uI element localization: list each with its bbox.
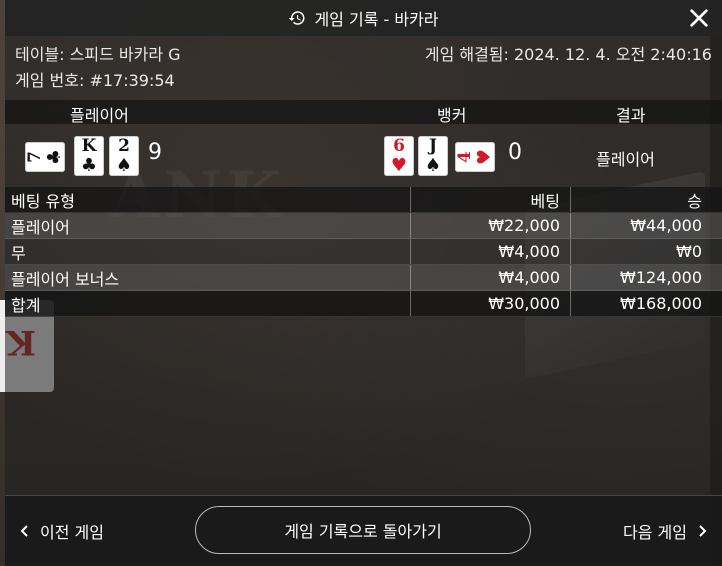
next-game-label: 다음 게임 [623,519,687,543]
card-rank: 6 [384,136,414,156]
bet-amount: ₩4,000 [411,239,571,265]
total-bet: ₩30,000 [411,291,571,317]
result-header: 결과 [616,102,645,126]
banker-card-1: 6 ♥ [384,136,414,176]
dialog-titlebar: 게임 기록 - 바카라 [5,0,722,36]
game-resolved-time: 게임 해결됨: 2024. 12. 4. 오전 2:40:16 [425,42,712,68]
player-card-2: K ♣ [74,136,104,176]
chevron-left-icon [20,524,30,538]
card-rank: J [418,136,448,156]
back-to-history-button[interactable]: 게임 기록으로 돌아가기 [195,506,531,554]
table-row: 무 ₩4,000 ₩0 [5,239,722,265]
table-row: 플레이어 보너스 ₩4,000 ₩124,000 [5,265,722,291]
game-history-dialog: 게임 기록 - 바카라 테이블: 스피드 바카라 G 게임 번호: #17:39… [5,0,722,565]
previous-game-label: 이전 게임 [40,519,104,543]
bet-type-header: 베팅 유형 [5,187,411,213]
game-info-right: 게임 해결됨: 2024. 12. 4. 오전 2:40:16 [425,42,712,68]
bets-table: 베팅 유형 베팅 승 플레이어 ₩22,000 ₩44,000 무 ₩4,000… [5,187,722,317]
card-suit: ♠ [109,157,139,175]
table-row: 플레이어 ₩22,000 ₩44,000 [5,213,722,239]
history-icon [288,9,306,27]
card-suit: ♣ [46,142,64,172]
card-suit: ♥ [384,157,414,175]
bet-type: 무 [5,239,411,265]
bet-amount-header: 베팅 [411,187,571,213]
bet-type: 플레이어 보너스 [5,265,411,291]
banker-score: 0 [508,140,522,165]
bet-amount: ₩4,000 [411,265,571,291]
player-score: 9 [148,140,162,165]
win-amount: ₩44,000 [571,213,722,239]
banker-card-2: J ♠ [418,136,448,176]
player-card-3: 2 ♠ [109,136,139,176]
bet-amount: ₩22,000 [411,213,571,239]
close-icon[interactable] [688,7,710,29]
game-outcome: 플레이어 [596,146,655,170]
player-card-1: 7 ♣ [25,142,65,172]
card-rank: 7 [25,142,45,172]
previous-game-button[interactable]: 이전 게임 [20,519,104,543]
dialog-title: 게임 기록 - 바카라 [314,6,438,30]
table-name: 테이블: 스피드 바카라 G [15,42,181,68]
total-row: 합계 ₩30,000 ₩168,000 [5,291,722,317]
card-rank: 4 [455,142,475,172]
total-label: 합계 [5,291,411,317]
chevron-right-icon [697,524,707,538]
game-info-left: 테이블: 스피드 바카라 G 게임 번호: #17:39:54 [15,42,181,94]
banker-card-3: 4 ♥ [455,142,495,172]
banker-header: 뱅커 [437,102,466,126]
card-rank: K [74,136,104,156]
card-suit: ♠ [418,157,448,175]
results-header: 플레이어 뱅커 결과 [5,100,722,124]
results-row: 7 ♣ K ♣ 2 ♠ 9 6 ♥ J ♠ 4 ♥ 0 플레이어 [5,124,722,186]
bets-header-row: 베팅 유형 베팅 승 [5,187,722,213]
card-rank: 2 [109,136,139,156]
player-header: 플레이어 [70,102,129,126]
win-amount: ₩124,000 [571,265,722,291]
total-win: ₩168,000 [571,291,722,317]
dialog-footer: 이전 게임 게임 기록으로 돌아가기 다음 게임 [5,495,722,566]
back-to-history-label: 게임 기록으로 돌아가기 [284,518,441,542]
bet-type: 플레이어 [5,213,411,239]
game-number: 게임 번호: #17:39:54 [15,68,181,94]
card-suit: ♣ [74,157,104,175]
next-game-button[interactable]: 다음 게임 [623,519,707,543]
win-amount: ₩0 [571,239,722,265]
win-amount-header: 승 [571,187,722,213]
card-suit: ♥ [476,142,494,172]
